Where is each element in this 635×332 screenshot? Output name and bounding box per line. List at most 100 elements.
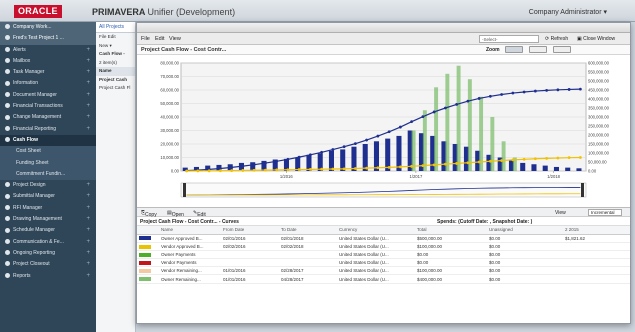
select-dropdown[interactable]: -Select- — [479, 35, 539, 43]
cell-currency: United States Dollar (U... — [337, 274, 415, 284]
expand-icon[interactable]: + — [86, 237, 90, 248]
sidebar-item[interactable]: Mailbox + — [0, 56, 96, 67]
expand-icon[interactable]: + — [86, 180, 90, 191]
sidebar-item[interactable]: Schedule Manager + — [0, 225, 96, 236]
menu-view[interactable]: View — [169, 36, 181, 42]
cell-currency: United States Dollar (U... — [337, 266, 415, 276]
curves-title-bar: Project Cash Flow - Cost Contr... - Curv… — [137, 217, 630, 226]
expand-icon[interactable]: + — [86, 225, 90, 236]
expand-icon[interactable]: + — [86, 271, 90, 282]
user-menu[interactable]: Company Administrator ▾ — [529, 8, 607, 16]
series-swatch — [139, 277, 151, 282]
table-row[interactable]: Vendor Remaining... 01/01/2016 02/28/2017 U… — [137, 266, 630, 276]
table-row[interactable]: Owner Remaining... 01/01/2016 04/28/2017 Un… — [137, 274, 630, 284]
table-header-row: Name From Date To Date Currency Total Un… — [137, 226, 630, 235]
refresh-button[interactable]: ⟳ Refresh — [545, 35, 568, 43]
expand-icon[interactable]: + — [86, 259, 90, 270]
sidebar-list: Fred's Test Project 1 ... Alerts + Mailbox +… — [0, 33, 96, 282]
expand-icon[interactable]: + — [86, 101, 90, 112]
cash-flow-chart[interactable]: 0.00 10,000.00 20,000.00 30,000.00 40,000.00… — [137, 55, 630, 207]
cell-from — [221, 258, 279, 268]
y-tick-label: 0.00 — [171, 169, 180, 174]
line-point — [320, 150, 324, 154]
expand-icon[interactable]: + — [86, 214, 90, 225]
expand-icon[interactable]: + — [86, 203, 90, 214]
zoom-year-button[interactable] — [505, 46, 523, 53]
sidebar-item[interactable]: Cash Flow — [0, 134, 96, 147]
tab-all-projects[interactable]: All Projects — [96, 22, 135, 33]
menu-edit[interactable]: Edit — [155, 36, 164, 42]
line-point — [398, 165, 402, 169]
open-button[interactable]: ▤ Open — [167, 210, 184, 218]
table-row[interactable]: Owner Approved B... 02/01/2016 02/01/2018 U… — [137, 234, 630, 243]
cell-to: 02/02/2018 — [279, 242, 337, 251]
sidebar-item[interactable]: Ongoing Reporting + — [0, 248, 96, 259]
sidebar-item[interactable]: Funding Sheet — [0, 157, 96, 169]
expand-icon[interactable]: + — [86, 124, 90, 135]
sidebar-item[interactable]: Project Closeout + — [0, 259, 96, 270]
sidebar-item-label: Drawing Management — [13, 216, 62, 223]
sidebar-item[interactable]: Financial Transactions + — [0, 101, 96, 112]
line-point — [545, 88, 549, 92]
sidebar-item[interactable]: Project Design + — [0, 180, 96, 191]
series-color-cell — [137, 250, 159, 260]
close-label: Close Window — [583, 36, 616, 42]
list-item[interactable]: Project Cash — [96, 76, 135, 85]
sidebar-item[interactable]: Alerts + — [0, 45, 96, 56]
panel-menu[interactable]: File Edit — [96, 33, 135, 42]
sidebar-item[interactable]: Task Manager + — [0, 67, 96, 78]
line-point — [421, 115, 425, 119]
cell-total: $500,000.00 — [415, 234, 487, 243]
cell-name: Owner Payments — [159, 250, 221, 260]
view-select[interactable]: Incremental — [588, 209, 622, 216]
edit-button[interactable]: ✎ Edit — [193, 210, 206, 218]
sidebar-item[interactable]: Information + — [0, 78, 96, 89]
bar — [565, 167, 571, 171]
sidebar-item[interactable]: Reports + — [0, 271, 96, 282]
sidebar-item[interactable]: Cost Sheet — [0, 146, 96, 158]
sidebar-item[interactable]: Financial Reporting + — [0, 124, 96, 135]
sidebar-item[interactable]: Commitment Fundin... — [0, 168, 96, 181]
line-point — [578, 87, 582, 91]
sidebar-item[interactable]: Fred's Test Project 1 ... — [0, 33, 96, 45]
sidebar-item[interactable]: Change Management + — [0, 112, 96, 123]
expand-icon[interactable]: + — [86, 56, 90, 67]
zoom-button[interactable] — [553, 46, 571, 53]
close-window-button[interactable]: ▣ Close Window — [577, 35, 615, 43]
sidebar-item[interactable]: Communication & Fe... + — [0, 237, 96, 248]
table-row[interactable]: Owner Payments United States Dollar (U...… — [137, 250, 630, 260]
line-point — [286, 168, 290, 172]
copy-button[interactable]: ⎘ Copy — [141, 210, 157, 218]
sidebar-item[interactable]: RFI Manager + — [0, 203, 96, 214]
expand-icon[interactable]: + — [86, 78, 90, 89]
top-bar: ORACLE PRIMAVERA Unifier (Development) C… — [0, 0, 635, 22]
expand-icon[interactable]: + — [86, 112, 90, 123]
table-row[interactable]: Vendor Approved B... 02/02/2016 02/02/2018… — [137, 242, 630, 251]
bar — [411, 130, 416, 171]
y-right-tick-label: 50,000.00 — [588, 160, 607, 165]
expand-icon[interactable]: + — [86, 248, 90, 259]
cell-unassigned: $0.00 — [487, 234, 563, 243]
y-right-tick-label: 600,000.00 — [588, 61, 610, 66]
expand-icon[interactable]: + — [86, 191, 90, 202]
menu-file[interactable]: File — [141, 36, 150, 42]
sidebar-item-label: Cash Flow — [13, 136, 39, 143]
line-point — [230, 169, 234, 173]
zoom-button[interactable] — [529, 46, 547, 53]
expand-icon[interactable]: + — [86, 67, 90, 78]
expand-icon[interactable]: + — [86, 45, 90, 56]
sidebar-item[interactable]: Drawing Management + — [0, 214, 96, 225]
scroller-handle-right — [581, 183, 584, 197]
table-row[interactable]: Vendor Payments United States Dollar (U..… — [137, 258, 630, 268]
brand-subtitle: Unifier (Development) — [147, 7, 236, 17]
panel-new-button[interactable]: New ▾ — [96, 42, 135, 51]
sidebar-company-workspace[interactable]: Company Work... — [0, 22, 96, 34]
sidebar-item[interactable]: Submittal Manager + — [0, 191, 96, 202]
sidebar-item[interactable]: Document Manager + — [0, 90, 96, 101]
y-tick-label: 50,000.00 — [160, 101, 179, 106]
expand-icon[interactable]: + — [86, 90, 90, 101]
cell-from: 02/02/2016 — [221, 242, 279, 251]
cell-from: 02/01/2016 — [221, 234, 279, 243]
bullet-icon — [5, 261, 10, 267]
list-item[interactable]: Project Cash Fl — [96, 84, 135, 93]
